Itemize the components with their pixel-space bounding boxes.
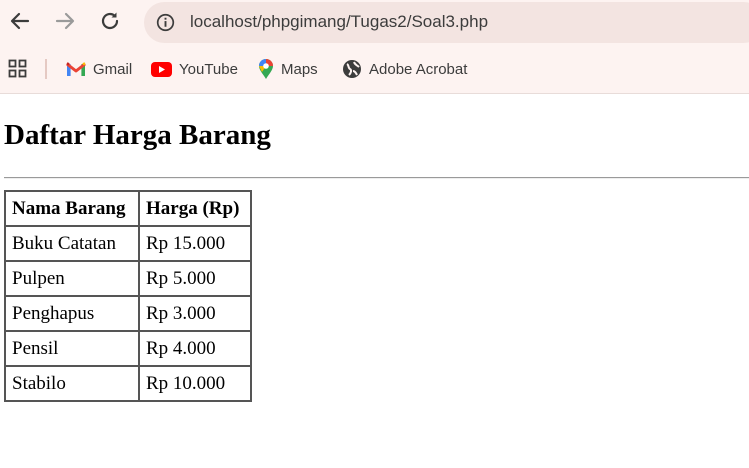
column-header-price: Harga (Rp) — [138, 190, 252, 227]
browser-toolbar: localhost/phpgimang/Tugas2/Soal3.php Gma… — [0, 0, 749, 94]
table-row: Pensil Rp 4.000 — [4, 330, 252, 367]
horizontal-rule — [4, 177, 749, 179]
bookmarks-bar: Gmail YouTube Maps Adobe Acrobat — [0, 56, 749, 82]
forward-button[interactable] — [52, 8, 78, 34]
forward-arrow-icon — [55, 12, 75, 30]
address-url[interactable]: localhost/phpgimang/Tugas2/Soal3.php — [190, 12, 488, 32]
bookmark-label: Maps — [281, 60, 318, 78]
price-table: Nama Barang Harga (Rp) Buku Catatan Rp 1… — [4, 190, 252, 402]
globe-icon — [343, 60, 361, 78]
bookmark-gmail[interactable]: Gmail — [66, 56, 132, 82]
item-name-cell: Pulpen — [4, 260, 140, 297]
item-price-cell: Rp 3.000 — [138, 295, 252, 332]
bookmark-youtube[interactable]: YouTube — [151, 56, 238, 82]
back-arrow-icon — [10, 12, 30, 30]
table-row: Buku Catatan Rp 15.000 — [4, 225, 252, 262]
item-price-cell: Rp 5.000 — [138, 260, 252, 297]
table-row: Pulpen Rp 5.000 — [4, 260, 252, 297]
item-price-cell: Rp 4.000 — [138, 330, 252, 367]
item-name-cell: Buku Catatan — [4, 225, 140, 262]
item-name-cell: Penghapus — [4, 295, 140, 332]
address-bar[interactable]: localhost/phpgimang/Tugas2/Soal3.php — [144, 2, 749, 43]
table-row: Stabilo Rp 10.000 — [4, 365, 252, 402]
maps-icon — [259, 59, 273, 79]
bookmark-label: Gmail — [93, 60, 133, 78]
apps-grid-icon[interactable] — [8, 59, 28, 79]
page-title: Daftar Harga Barang — [4, 119, 271, 151]
bookmark-adobe-acrobat[interactable]: Adobe Acrobat — [342, 56, 467, 82]
item-price-cell: Rp 10.000 — [138, 365, 252, 402]
bookmarks-divider — [45, 59, 47, 79]
site-info-icon[interactable] — [156, 13, 175, 32]
gmail-icon — [66, 62, 86, 76]
reload-button[interactable] — [97, 8, 123, 34]
bookmark-label: YouTube — [179, 60, 238, 78]
item-name-cell: Pensil — [4, 330, 140, 367]
bookmark-label: Adobe Acrobat — [369, 60, 468, 78]
item-name-cell: Stabilo — [4, 365, 140, 402]
table-row: Penghapus Rp 3.000 — [4, 295, 252, 332]
bookmark-maps[interactable]: Maps — [258, 56, 318, 82]
item-price-cell: Rp 15.000 — [138, 225, 252, 262]
back-button[interactable] — [7, 8, 33, 34]
column-header-item-name: Nama Barang — [4, 190, 140, 227]
youtube-icon — [151, 61, 172, 77]
table-header-row: Nama Barang Harga (Rp) — [4, 190, 252, 227]
reload-icon — [101, 12, 119, 30]
